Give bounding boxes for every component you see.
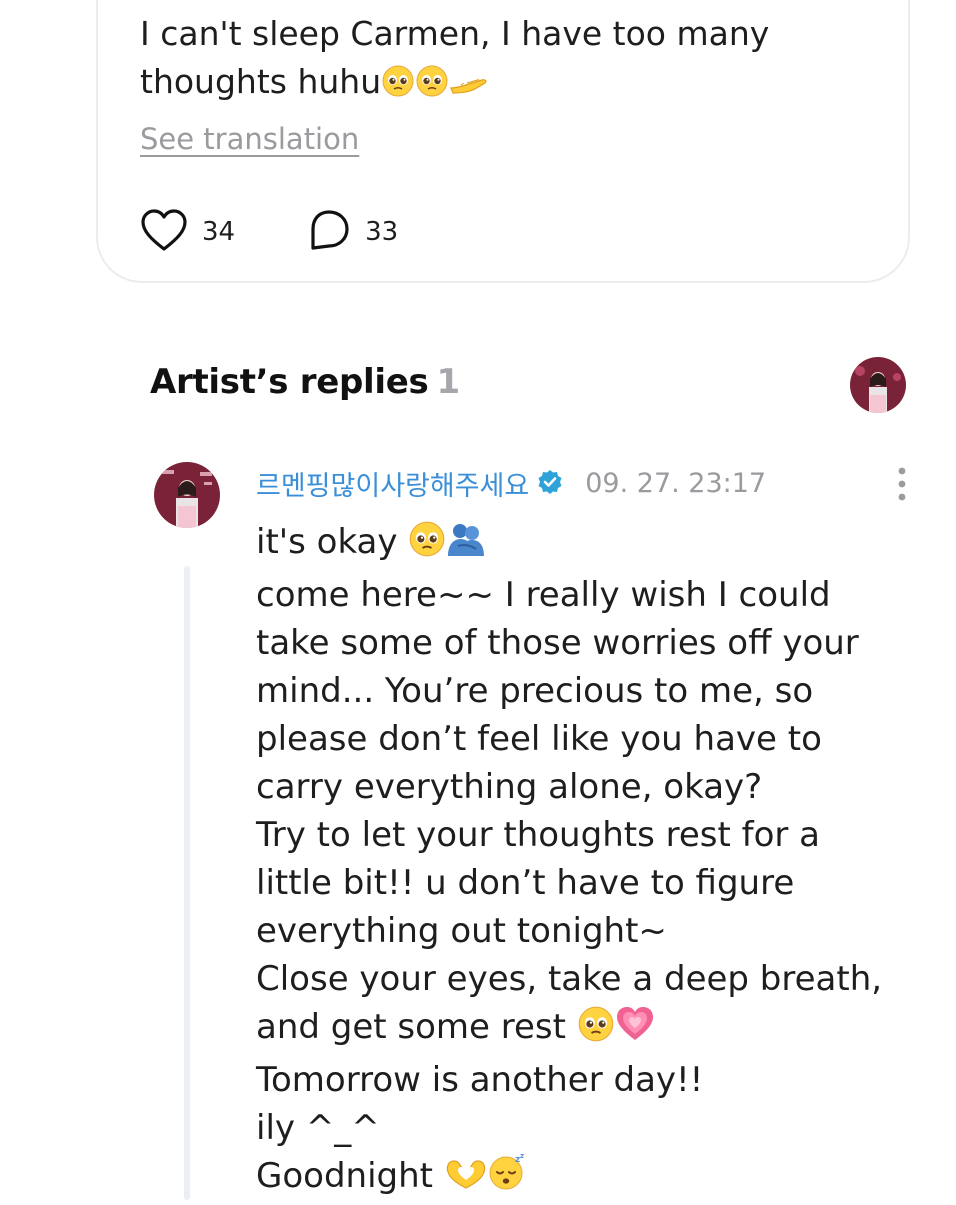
reply-line: come here~~ I really wish I could <box>256 575 831 615</box>
pleading-face-icon <box>381 63 415 111</box>
sleeping-face-icon: zz <box>488 1152 528 1205</box>
heart-hands-icon <box>444 1154 488 1205</box>
reply-line: it's okay <box>256 518 936 571</box>
artist-avatar[interactable] <box>850 357 906 413</box>
reply-meta: 르멘핑많이사랑해주세요 09. 27. 23:17 <box>256 464 766 503</box>
reply-line: and get some rest <box>256 1003 936 1056</box>
comment-icon <box>307 208 351 256</box>
pleading-face-icon <box>577 1005 615 1056</box>
reply-line: Try to let your thoughts rest for a <box>256 815 820 855</box>
artist-replies-count: 1 <box>436 362 460 402</box>
reply-line: take some of those worries off your <box>256 623 859 663</box>
heart-icon <box>140 208 188 256</box>
svg-text:z: z <box>520 1152 524 1160</box>
people-hugging-icon <box>446 520 486 571</box>
like-button[interactable]: 34 <box>140 208 235 256</box>
post-text-line-2-text: thoughts huhu <box>140 62 382 101</box>
reply-line: carry everything alone, okay? <box>256 767 763 807</box>
post-text-line-1: I can't sleep Carmen, I have too many <box>140 14 770 53</box>
growing-heart-icon <box>615 1005 655 1056</box>
comment-button[interactable]: 33 <box>307 208 398 256</box>
reply-line: Tomorrow is another day!! <box>256 1060 704 1100</box>
reply-line: little bit!! u don’t have to figure <box>256 863 795 903</box>
reply-line: mind... You’re precious to me, so <box>256 671 814 711</box>
reply-line: Goodnight zz <box>256 1152 936 1205</box>
like-count: 34 <box>202 217 236 247</box>
reply-line: please don’t feel like you have to <box>256 719 822 759</box>
artist-replies-title: Artist’s replies <box>150 362 429 402</box>
reply-line-text: and get some rest <box>256 1007 566 1047</box>
offering-hand-icon <box>449 63 489 111</box>
reply-author-avatar[interactable] <box>154 462 220 528</box>
artist-replies-heading: Artist’s replies 1 <box>150 362 460 402</box>
post-card: I can't sleep Carmen, I have too many th… <box>96 0 910 283</box>
post-actions: 34 33 <box>140 208 398 256</box>
reply-thread-line <box>184 566 190 1200</box>
reply-line: Close your eyes, take a deep breath, <box>256 959 883 999</box>
verified-badge-icon <box>537 469 563 499</box>
reply-line: ily ^_^ <box>256 1108 380 1148</box>
post-text: I can't sleep Carmen, I have too many th… <box>140 10 860 111</box>
more-vertical-icon <box>884 467 920 508</box>
reply-line-text: Goodnight <box>256 1156 433 1196</box>
reply-body: it's okay come here~~ I really wish I co… <box>256 518 936 1205</box>
reply-line: everything out tonight~ <box>256 911 667 951</box>
post-text-line-2: thoughts huhu <box>140 58 860 111</box>
more-options-button[interactable] <box>884 464 920 504</box>
see-translation-link[interactable]: See translation <box>140 122 359 156</box>
pleading-face-icon <box>415 63 449 111</box>
reply-author-name[interactable]: 르멘핑많이사랑해주세요 <box>256 464 529 503</box>
comment-count: 33 <box>365 217 399 247</box>
reply-timestamp: 09. 27. 23:17 <box>585 468 767 499</box>
reply-line-text: it's okay <box>256 522 398 562</box>
pleading-face-icon <box>408 520 446 571</box>
